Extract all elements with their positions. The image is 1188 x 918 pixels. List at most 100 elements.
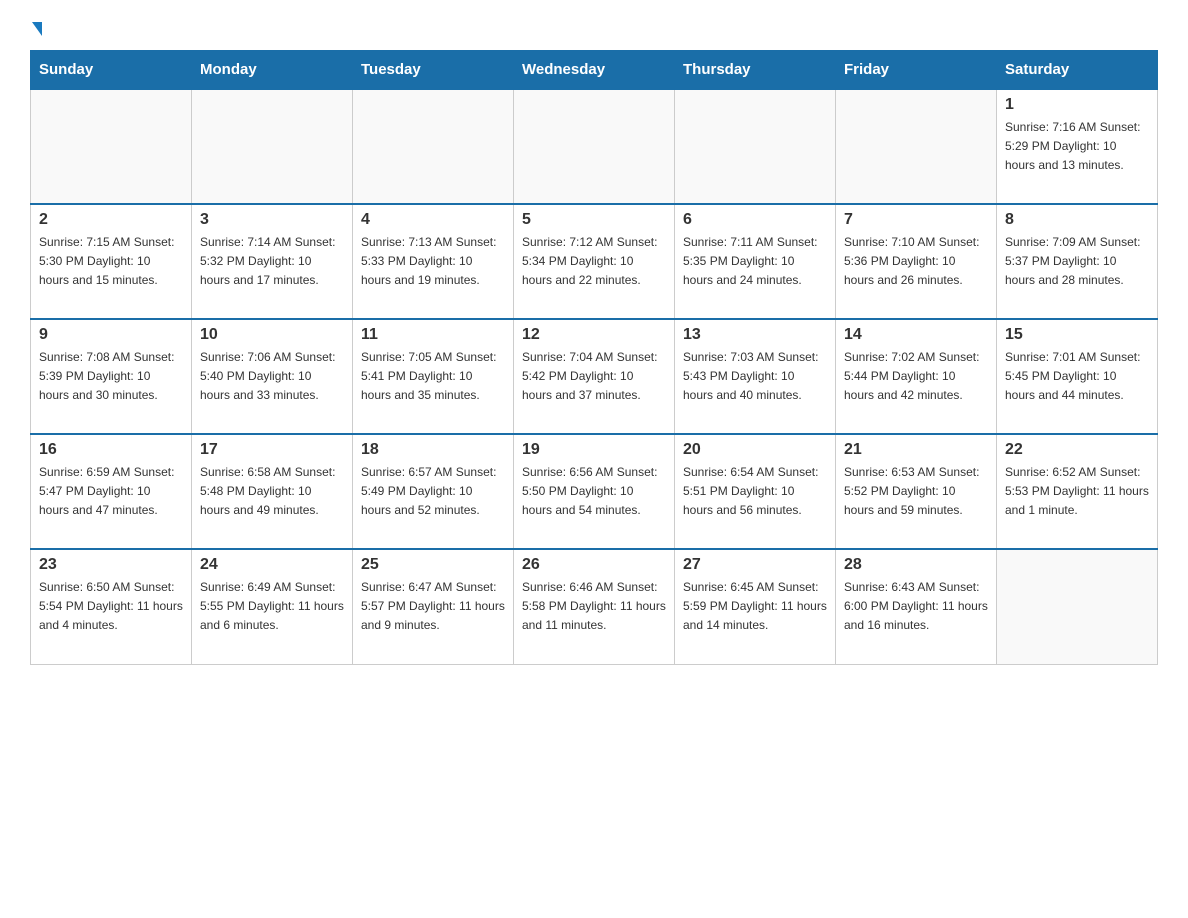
day-number: 12 — [522, 326, 666, 344]
day-info: Sunrise: 7:14 AM Sunset: 5:32 PM Dayligh… — [200, 233, 344, 291]
calendar-week-row: 23 Sunrise: 6:50 AM Sunset: 5:54 PM Dayli… — [31, 549, 1158, 664]
calendar-cell: 16Sunrise: 6:59 AM Sunset: 5:47 PM Dayli… — [31, 434, 192, 549]
calendar-cell: 4Sunrise: 7:13 AM Sunset: 5:33 PM Daylig… — [353, 204, 514, 319]
calendar-cell: 13 Sunrise: 7:03 AM Sunset: 5:43 PM Dayli… — [675, 319, 836, 434]
day-info: Sunrise: 7:01 AM Sunset: 5:45 PM Dayligh… — [1005, 348, 1149, 406]
calendar-cell: 27 Sunrise: 6:45 AM Sunset: 5:59 PM Dayli… — [675, 549, 836, 664]
calendar-cell: 3 Sunrise: 7:14 AM Sunset: 5:32 PM Daylig… — [192, 204, 353, 319]
calendar-cell: 11 Sunrise: 7:05 AM Sunset: 5:41 PM Dayli… — [353, 319, 514, 434]
day-of-week-header: Tuesday — [353, 51, 514, 90]
day-of-week-header: Thursday — [675, 51, 836, 90]
calendar-cell: 9 Sunrise: 7:08 AM Sunset: 5:39 PM Daylig… — [31, 319, 192, 434]
page-header — [30, 20, 1158, 34]
day-info: Sunrise: 7:16 AM Sunset: 5:29 PM Dayligh… — [1005, 118, 1149, 176]
calendar-cell: 5 Sunrise: 7:12 AM Sunset: 5:34 PM Daylig… — [514, 204, 675, 319]
calendar-week-row: 1 Sunrise: 7:16 AM Sunset: 5:29 PM Daylig… — [31, 89, 1158, 204]
day-info: Sunrise: 7:11 AM Sunset: 5:35 PM Dayligh… — [683, 233, 827, 291]
day-info: Sunrise: 7:05 AM Sunset: 5:41 PM Dayligh… — [361, 348, 505, 406]
day-info: Sunrise: 6:58 AM Sunset: 5:48 PM Dayligh… — [200, 463, 344, 521]
calendar-cell: 25 Sunrise: 6:47 AM Sunset: 5:57 PM Dayli… — [353, 549, 514, 664]
day-info: Sunrise: 7:15 AM Sunset: 5:30 PM Dayligh… — [39, 233, 183, 291]
calendar-cell: 17Sunrise: 6:58 AM Sunset: 5:48 PM Dayli… — [192, 434, 353, 549]
calendar-cell: 8 Sunrise: 7:09 AM Sunset: 5:37 PM Daylig… — [997, 204, 1158, 319]
day-number: 14 — [844, 326, 988, 344]
day-info: Sunrise: 6:52 AM Sunset: 5:53 PM Dayligh… — [1005, 463, 1149, 521]
calendar-cell: 1 Sunrise: 7:16 AM Sunset: 5:29 PM Daylig… — [997, 89, 1158, 204]
day-number: 19 — [522, 441, 666, 459]
day-info: Sunrise: 6:53 AM Sunset: 5:52 PM Dayligh… — [844, 463, 988, 521]
day-number: 25 — [361, 556, 505, 574]
day-info: Sunrise: 6:45 AM Sunset: 5:59 PM Dayligh… — [683, 578, 827, 636]
day-number: 22 — [1005, 441, 1149, 459]
day-number: 15 — [1005, 326, 1149, 344]
day-info: Sunrise: 6:56 AM Sunset: 5:50 PM Dayligh… — [522, 463, 666, 521]
day-of-week-header: Friday — [836, 51, 997, 90]
calendar-cell: 7Sunrise: 7:10 AM Sunset: 5:36 PM Daylig… — [836, 204, 997, 319]
day-number: 20 — [683, 441, 827, 459]
day-info: Sunrise: 7:12 AM Sunset: 5:34 PM Dayligh… — [522, 233, 666, 291]
day-info: Sunrise: 6:46 AM Sunset: 5:58 PM Dayligh… — [522, 578, 666, 636]
calendar-cell — [675, 89, 836, 204]
day-info: Sunrise: 7:04 AM Sunset: 5:42 PM Dayligh… — [522, 348, 666, 406]
day-number: 7 — [844, 211, 988, 229]
day-number: 5 — [522, 211, 666, 229]
calendar-week-row: 9 Sunrise: 7:08 AM Sunset: 5:39 PM Daylig… — [31, 319, 1158, 434]
day-number: 27 — [683, 556, 827, 574]
day-info: Sunrise: 6:50 AM Sunset: 5:54 PM Dayligh… — [39, 578, 183, 636]
day-info: Sunrise: 6:49 AM Sunset: 5:55 PM Dayligh… — [200, 578, 344, 636]
calendar-cell — [997, 549, 1158, 664]
day-info: Sunrise: 6:57 AM Sunset: 5:49 PM Dayligh… — [361, 463, 505, 521]
day-info: Sunrise: 7:02 AM Sunset: 5:44 PM Dayligh… — [844, 348, 988, 406]
calendar-week-row: 16Sunrise: 6:59 AM Sunset: 5:47 PM Dayli… — [31, 434, 1158, 549]
calendar-cell — [192, 89, 353, 204]
day-number: 16 — [39, 441, 183, 459]
day-number: 2 — [39, 211, 183, 229]
calendar-cell: 2 Sunrise: 7:15 AM Sunset: 5:30 PM Daylig… — [31, 204, 192, 319]
day-of-week-header: Wednesday — [514, 51, 675, 90]
day-info: Sunrise: 7:03 AM Sunset: 5:43 PM Dayligh… — [683, 348, 827, 406]
calendar-cell: 18 Sunrise: 6:57 AM Sunset: 5:49 PM Dayli… — [353, 434, 514, 549]
calendar-cell: 22 Sunrise: 6:52 AM Sunset: 5:53 PM Dayli… — [997, 434, 1158, 549]
calendar-cell: 12 Sunrise: 7:04 AM Sunset: 5:42 PM Dayli… — [514, 319, 675, 434]
day-info: Sunrise: 6:54 AM Sunset: 5:51 PM Dayligh… — [683, 463, 827, 521]
day-info: Sunrise: 7:09 AM Sunset: 5:37 PM Dayligh… — [1005, 233, 1149, 291]
calendar-cell: 6 Sunrise: 7:11 AM Sunset: 5:35 PM Daylig… — [675, 204, 836, 319]
calendar-cell: 14 Sunrise: 7:02 AM Sunset: 5:44 PM Dayli… — [836, 319, 997, 434]
calendar-cell — [31, 89, 192, 204]
calendar-cell: 21Sunrise: 6:53 AM Sunset: 5:52 PM Dayli… — [836, 434, 997, 549]
day-number: 24 — [200, 556, 344, 574]
day-of-week-header: Monday — [192, 51, 353, 90]
calendar-cell — [353, 89, 514, 204]
day-number: 11 — [361, 326, 505, 344]
logo-arrow-icon — [32, 22, 42, 36]
day-number: 10 — [200, 326, 344, 344]
day-number: 13 — [683, 326, 827, 344]
day-number: 26 — [522, 556, 666, 574]
calendar-cell: 23 Sunrise: 6:50 AM Sunset: 5:54 PM Dayli… — [31, 549, 192, 664]
calendar-cell: 20 Sunrise: 6:54 AM Sunset: 5:51 PM Dayli… — [675, 434, 836, 549]
calendar-header: SundayMondayTuesdayWednesdayThursdayFrid… — [31, 51, 1158, 90]
day-of-week-header: Saturday — [997, 51, 1158, 90]
day-number: 3 — [200, 211, 344, 229]
day-number: 8 — [1005, 211, 1149, 229]
day-number: 6 — [683, 211, 827, 229]
calendar-cell — [514, 89, 675, 204]
days-of-week-row: SundayMondayTuesdayWednesdayThursdayFrid… — [31, 51, 1158, 90]
calendar-cell: 26 Sunrise: 6:46 AM Sunset: 5:58 PM Dayli… — [514, 549, 675, 664]
calendar-cell: 15 Sunrise: 7:01 AM Sunset: 5:45 PM Dayli… — [997, 319, 1158, 434]
calendar-cell: 19 Sunrise: 6:56 AM Sunset: 5:50 PM Dayli… — [514, 434, 675, 549]
calendar-body: 1 Sunrise: 7:16 AM Sunset: 5:29 PM Daylig… — [31, 89, 1158, 664]
calendar-week-row: 2 Sunrise: 7:15 AM Sunset: 5:30 PM Daylig… — [31, 204, 1158, 319]
day-number: 1 — [1005, 96, 1149, 114]
day-number: 9 — [39, 326, 183, 344]
day-info: Sunrise: 7:06 AM Sunset: 5:40 PM Dayligh… — [200, 348, 344, 406]
day-info: Sunrise: 7:08 AM Sunset: 5:39 PM Dayligh… — [39, 348, 183, 406]
logo — [30, 20, 44, 34]
calendar-cell — [836, 89, 997, 204]
calendar-cell: 10 Sunrise: 7:06 AM Sunset: 5:40 PM Dayli… — [192, 319, 353, 434]
day-number: 23 — [39, 556, 183, 574]
day-of-week-header: Sunday — [31, 51, 192, 90]
day-number: 18 — [361, 441, 505, 459]
day-info: Sunrise: 6:47 AM Sunset: 5:57 PM Dayligh… — [361, 578, 505, 636]
calendar-table: SundayMondayTuesdayWednesdayThursdayFrid… — [30, 50, 1158, 665]
